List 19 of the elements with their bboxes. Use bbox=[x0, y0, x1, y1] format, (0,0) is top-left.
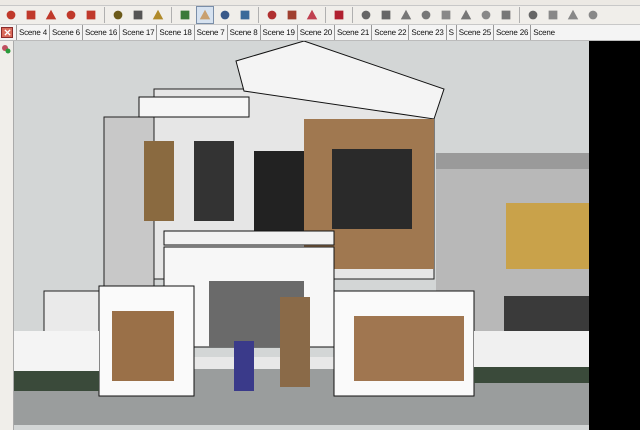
close-button[interactable] bbox=[1, 27, 13, 38]
scene-tab[interactable]: Scene 7 bbox=[194, 25, 227, 40]
flower-icon bbox=[1, 44, 12, 54]
scene-tab[interactable]: Scene 21 bbox=[334, 25, 372, 40]
scene-tab[interactable]: Scene 18 bbox=[156, 25, 194, 40]
scene-tab[interactable]: Scene 23 bbox=[408, 25, 446, 40]
scene-tab[interactable]: Scene 4 bbox=[16, 25, 49, 40]
scene-tab[interactable]: Scene 17 bbox=[119, 25, 156, 40]
scene-tab[interactable]: Scene bbox=[530, 25, 557, 40]
scene-tab[interactable]: Scene 20 bbox=[296, 25, 334, 40]
scene-tab[interactable]: Scene 22 bbox=[371, 25, 408, 40]
close-icon bbox=[4, 29, 10, 36]
scene-tab[interactable]: Scene 8 bbox=[226, 25, 260, 40]
scene-tab[interactable]: Scene 25 bbox=[456, 25, 493, 40]
scene-tab[interactable]: S bbox=[446, 25, 456, 40]
scene-tab[interactable]: Scene 19 bbox=[260, 25, 297, 40]
scene-tab[interactable]: Scene 6 bbox=[48, 25, 82, 40]
scene-tab[interactable]: Scene 16 bbox=[82, 25, 120, 40]
scene-tab[interactable]: Scene 26 bbox=[492, 25, 530, 40]
